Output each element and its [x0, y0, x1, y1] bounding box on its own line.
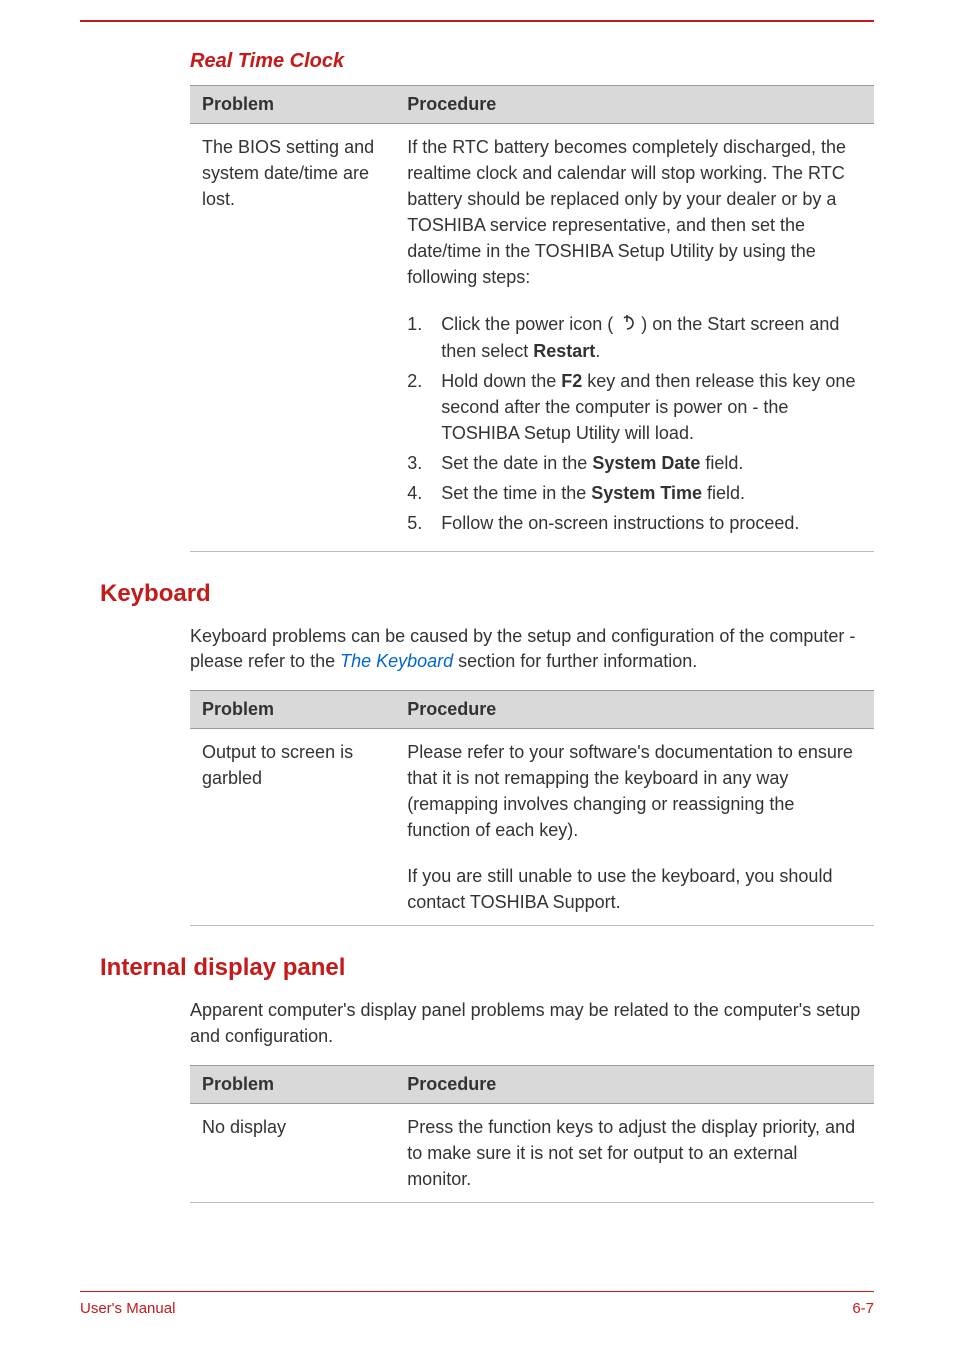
step-text: Hold down the F2 key and then release th… [441, 368, 862, 446]
keyboard-col-procedure: Procedure [395, 690, 874, 728]
rtc-problem: The BIOS setting and system date/time ar… [190, 124, 395, 301]
rtc-empty-cell [190, 301, 395, 551]
step-text: Set the date in the System Date field. [441, 450, 862, 476]
text-bold: System Time [591, 483, 702, 503]
section-rtc: Real Time Clock Problem Procedure The BI… [190, 50, 874, 552]
keyboard-table: Problem Procedure Output to screen is ga… [190, 690, 874, 927]
rtc-step-1: 1. Click the power icon ( ) on the Start… [407, 311, 862, 364]
step-number: 3. [407, 450, 441, 476]
keyboard-col-problem: Problem [190, 690, 395, 728]
display-intro: Apparent computer's display panel proble… [190, 998, 874, 1048]
rtc-col-problem: Problem [190, 86, 395, 124]
section-keyboard: Keyboard problems can be caused by the s… [190, 624, 874, 927]
keyboard-procedure-1: Please refer to your software's document… [395, 728, 874, 853]
keyboard-heading: Keyboard [100, 580, 874, 608]
text-frag: Click the power icon ( [441, 314, 618, 334]
step-text: Follow the on-screen instructions to pro… [441, 510, 862, 536]
display-table: Problem Procedure No display Press the f… [190, 1065, 874, 1203]
display-problem: No display [190, 1103, 395, 1202]
keyboard-link[interactable]: The Keyboard [340, 651, 453, 671]
rtc-step-5: 5. Follow the on-screen instructions to … [407, 510, 862, 536]
rtc-steps-cell: 1. Click the power icon ( ) on the Start… [395, 301, 874, 551]
step-number: 2. [407, 368, 441, 446]
display-col-problem: Problem [190, 1065, 395, 1103]
step-text: Set the time in the System Time field. [441, 480, 862, 506]
keyboard-intro: Keyboard problems can be caused by the s… [190, 624, 874, 674]
keyboard-problem: Output to screen is garbled [190, 728, 395, 853]
text-frag: . [595, 341, 600, 361]
rtc-heading: Real Time Clock [190, 50, 874, 73]
keyboard-empty-cell [190, 853, 395, 926]
rtc-col-procedure: Procedure [395, 86, 874, 124]
display-heading: Internal display panel [100, 954, 874, 982]
text-frag: Set the date in the [441, 453, 592, 473]
text-frag: field. [700, 453, 743, 473]
step-number: 4. [407, 480, 441, 506]
rtc-steps-list: 1. Click the power icon ( ) on the Start… [407, 311, 862, 537]
keyboard-procedure-2: If you are still unable to use the keybo… [395, 853, 874, 926]
display-procedure: Press the function keys to adjust the di… [395, 1103, 874, 1202]
section-display: Apparent computer's display panel proble… [190, 998, 874, 1203]
top-rule [80, 20, 874, 22]
rtc-procedure-intro: If the RTC battery becomes completely di… [395, 124, 874, 301]
rtc-step-4: 4. Set the time in the System Time field… [407, 480, 862, 506]
power-icon [618, 312, 636, 338]
display-col-procedure: Procedure [395, 1065, 874, 1103]
rtc-table: Problem Procedure The BIOS setting and s… [190, 85, 874, 552]
text-frag: field. [702, 483, 745, 503]
text-bold: System Date [592, 453, 700, 473]
step-text: Click the power icon ( ) on the Start sc… [441, 311, 862, 364]
rtc-step-2: 2. Hold down the F2 key and then release… [407, 368, 862, 446]
footer-right: 6-7 [852, 1300, 874, 1317]
text-bold: Restart [533, 341, 595, 361]
text-bold: F2 [561, 371, 582, 391]
page-footer: User's Manual 6-7 [80, 1291, 874, 1317]
footer-left: User's Manual [80, 1300, 175, 1317]
text-frag: Set the time in the [441, 483, 591, 503]
step-number: 5. [407, 510, 441, 536]
text-frag: Hold down the [441, 371, 561, 391]
step-number: 1. [407, 311, 441, 364]
rtc-step-3: 3. Set the date in the System Date field… [407, 450, 862, 476]
text-frag: section for further information. [453, 651, 697, 671]
